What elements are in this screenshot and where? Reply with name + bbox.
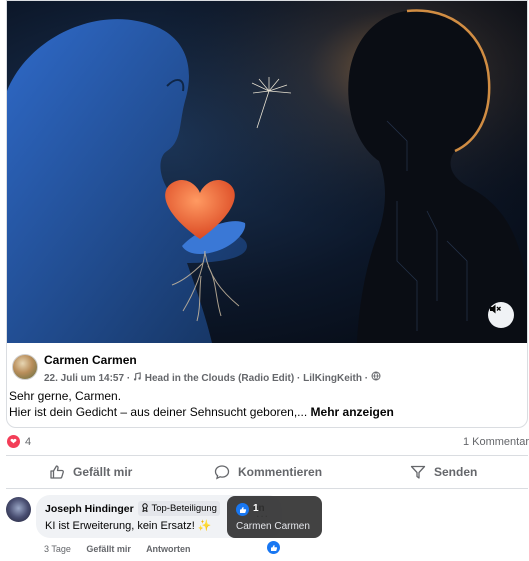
post-text-line2: Hier ist dein Gedicht – aus deiner Sehns… bbox=[9, 404, 509, 420]
reactions-summary: ❤ 4 1 Kommentar bbox=[6, 434, 529, 450]
reaction-tooltip: 1 Carmen Carmen bbox=[227, 496, 322, 538]
action-bar: Gefällt mir Kommentieren Senden bbox=[6, 458, 528, 486]
thumbs-up-icon bbox=[239, 506, 246, 513]
post-meta: 22. Juli um 14:57 · Head in the Clouds (… bbox=[44, 371, 381, 384]
comment-count[interactable]: 1 Kommentar bbox=[463, 436, 529, 448]
comment-actions: 3 Tage Gefällt mir Antworten bbox=[44, 544, 204, 554]
thumbs-up-icon bbox=[50, 465, 64, 479]
like-button[interactable]: Gefällt mir bbox=[49, 458, 132, 486]
show-more-link[interactable]: Mehr anzeigen bbox=[311, 405, 394, 419]
post-text-line1: Sehr gerne, Carmen. bbox=[9, 389, 122, 403]
badge-label: Top-Beteiligung bbox=[151, 503, 217, 514]
music-artist[interactable]: LilKingKeith bbox=[303, 373, 362, 384]
speaker-muted-icon bbox=[490, 304, 501, 314]
speech-bubble-icon bbox=[214, 465, 230, 480]
comment-like-link[interactable]: Gefällt mir bbox=[86, 544, 131, 554]
globe-icon bbox=[371, 371, 381, 381]
thumbs-up-icon bbox=[270, 544, 277, 551]
post-text: Sehr gerne, Carmen. Hier ist dein Gedich… bbox=[9, 388, 509, 420]
commenter-avatar[interactable] bbox=[6, 497, 31, 522]
award-icon bbox=[142, 503, 148, 513]
reaction-count[interactable]: 4 bbox=[25, 436, 31, 448]
meta-separator: · bbox=[126, 373, 131, 384]
artwork-illustration bbox=[7, 1, 527, 343]
commenter-name[interactable]: Joseph Hindinger bbox=[45, 503, 134, 515]
heart-reaction-icon[interactable]: ❤ bbox=[7, 435, 20, 448]
divider bbox=[6, 455, 528, 456]
comment-button[interactable]: Kommentieren bbox=[214, 458, 322, 486]
post-date[interactable]: 22. Juli um 14:57 bbox=[44, 373, 124, 384]
like-label: Gefällt mir bbox=[73, 465, 133, 479]
top-contributor-badge: Top-Beteiligung bbox=[138, 501, 220, 516]
comment-label: Kommentieren bbox=[238, 465, 323, 479]
meta-separator: · bbox=[296, 373, 301, 384]
meta-separator: · bbox=[364, 373, 369, 384]
tooltip-reactor-name: Carmen Carmen bbox=[236, 521, 310, 532]
send-button[interactable]: Senden bbox=[410, 458, 477, 486]
post-text-excerpt: Hier ist dein Gedicht – aus deiner Sehns… bbox=[9, 405, 308, 419]
send-icon bbox=[410, 465, 426, 479]
comment-like-reaction-icon[interactable] bbox=[267, 541, 280, 554]
divider bbox=[6, 488, 528, 489]
comment-reply-link[interactable]: Antworten bbox=[146, 544, 191, 554]
send-label: Senden bbox=[434, 465, 478, 479]
mute-button[interactable] bbox=[488, 302, 514, 328]
tooltip-count: 1 bbox=[253, 503, 259, 514]
comment-time[interactable]: 3 Tage bbox=[44, 544, 71, 554]
music-title[interactable]: Head in the Clouds (Radio Edit) bbox=[145, 373, 294, 384]
avatar[interactable] bbox=[12, 354, 38, 380]
post-author[interactable]: Carmen Carmen bbox=[44, 353, 137, 367]
like-reaction-icon bbox=[236, 503, 249, 516]
post-video[interactable] bbox=[7, 1, 527, 343]
post-header: Carmen Carmen 22. Juli um 14:57 · Head i… bbox=[10, 352, 520, 386]
music-note-icon bbox=[133, 372, 141, 381]
comment-text: KI ist Erweiterung, kein Ersatz! ✨ bbox=[45, 520, 212, 532]
